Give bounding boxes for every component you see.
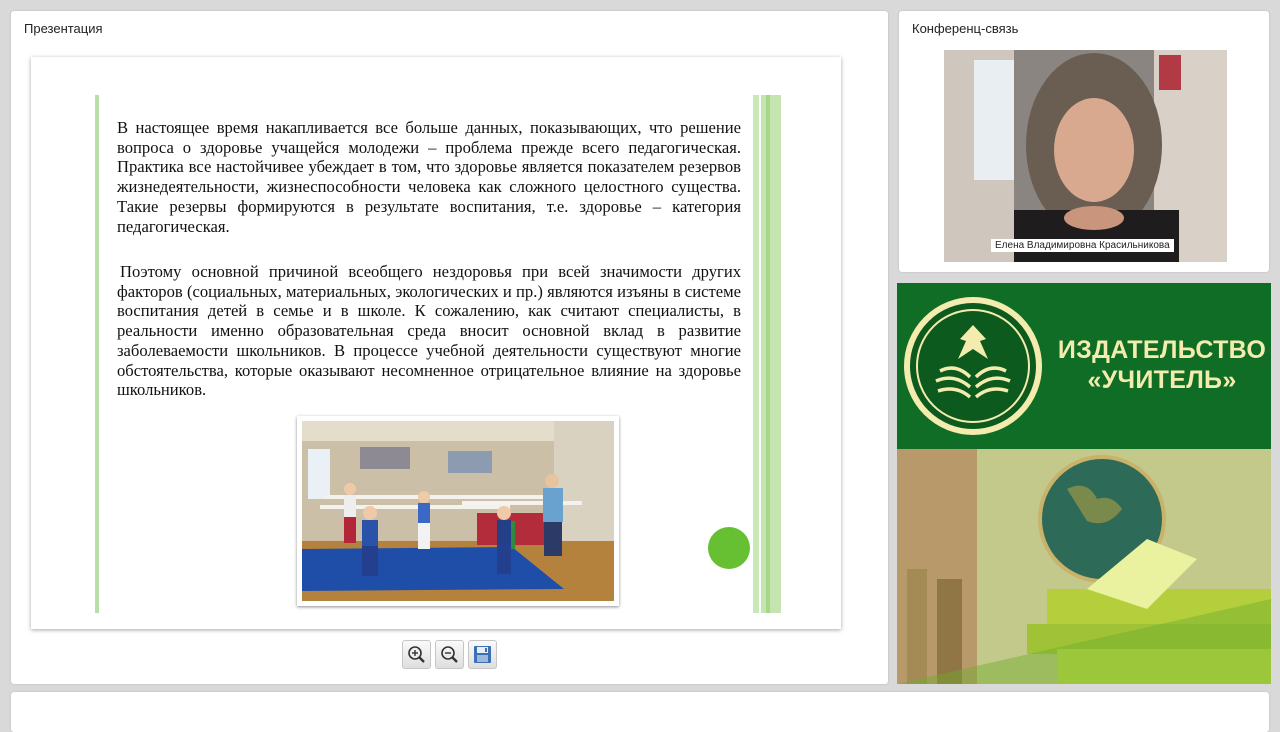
slide-paragraph-2: Поэтому основной причиной всеобщего незд…: [117, 262, 741, 400]
participant-video[interactable]: Елена Владимировна Красильникова: [944, 50, 1227, 262]
publisher-name: ИЗДАТЕЛЬСТВО «УЧИТЕЛЬ»: [1057, 335, 1267, 395]
children-exercise-photo: [302, 421, 614, 601]
zoom-in-icon: [408, 646, 425, 663]
presentation-panel-title: Презентация: [24, 21, 103, 36]
publisher-name-line2: «УЧИТЕЛЬ»: [1087, 366, 1237, 394]
conference-panel: Конференц-связь Елена Владимировна Краси…: [899, 11, 1269, 272]
slide-left-stripe: [95, 95, 99, 613]
save-button[interactable]: [468, 640, 497, 669]
slide-right-stripe-wide: [761, 95, 781, 613]
globe-and-books-image: [897, 449, 1271, 684]
bottom-panel: [11, 692, 1269, 732]
zoom-out-icon: [441, 646, 458, 663]
zoom-out-button[interactable]: [435, 640, 464, 669]
publisher-banner-header: ИЗДАТЕЛЬСТВО «УЧИТЕЛЬ»: [897, 283, 1271, 449]
publisher-banner-illustration: [897, 449, 1271, 684]
publisher-banner[interactable]: ИЗДАТЕЛЬСТВО «УЧИТЕЛЬ»: [897, 283, 1271, 684]
slide-photo: [297, 416, 619, 606]
floppy-disk-icon: [474, 646, 491, 663]
slide-right-stripe-thin: [753, 95, 759, 613]
slide-green-circle: [708, 527, 750, 569]
presentation-panel: Презентация В настоящее время накапливае…: [11, 11, 888, 684]
zoom-in-button[interactable]: [402, 640, 431, 669]
slide-paragraph-1: В настоящее время накапливается все боль…: [117, 118, 741, 236]
publisher-name-line1: ИЗДАТЕЛЬСТВО: [1057, 336, 1267, 364]
conference-panel-title: Конференц-связь: [912, 21, 1019, 36]
participant-name-label: Елена Владимировна Красильникова: [991, 239, 1174, 252]
slide: В настоящее время накапливается все боль…: [31, 57, 841, 629]
webcam-feed: [944, 50, 1227, 262]
publisher-logo-icon: [904, 297, 1042, 435]
